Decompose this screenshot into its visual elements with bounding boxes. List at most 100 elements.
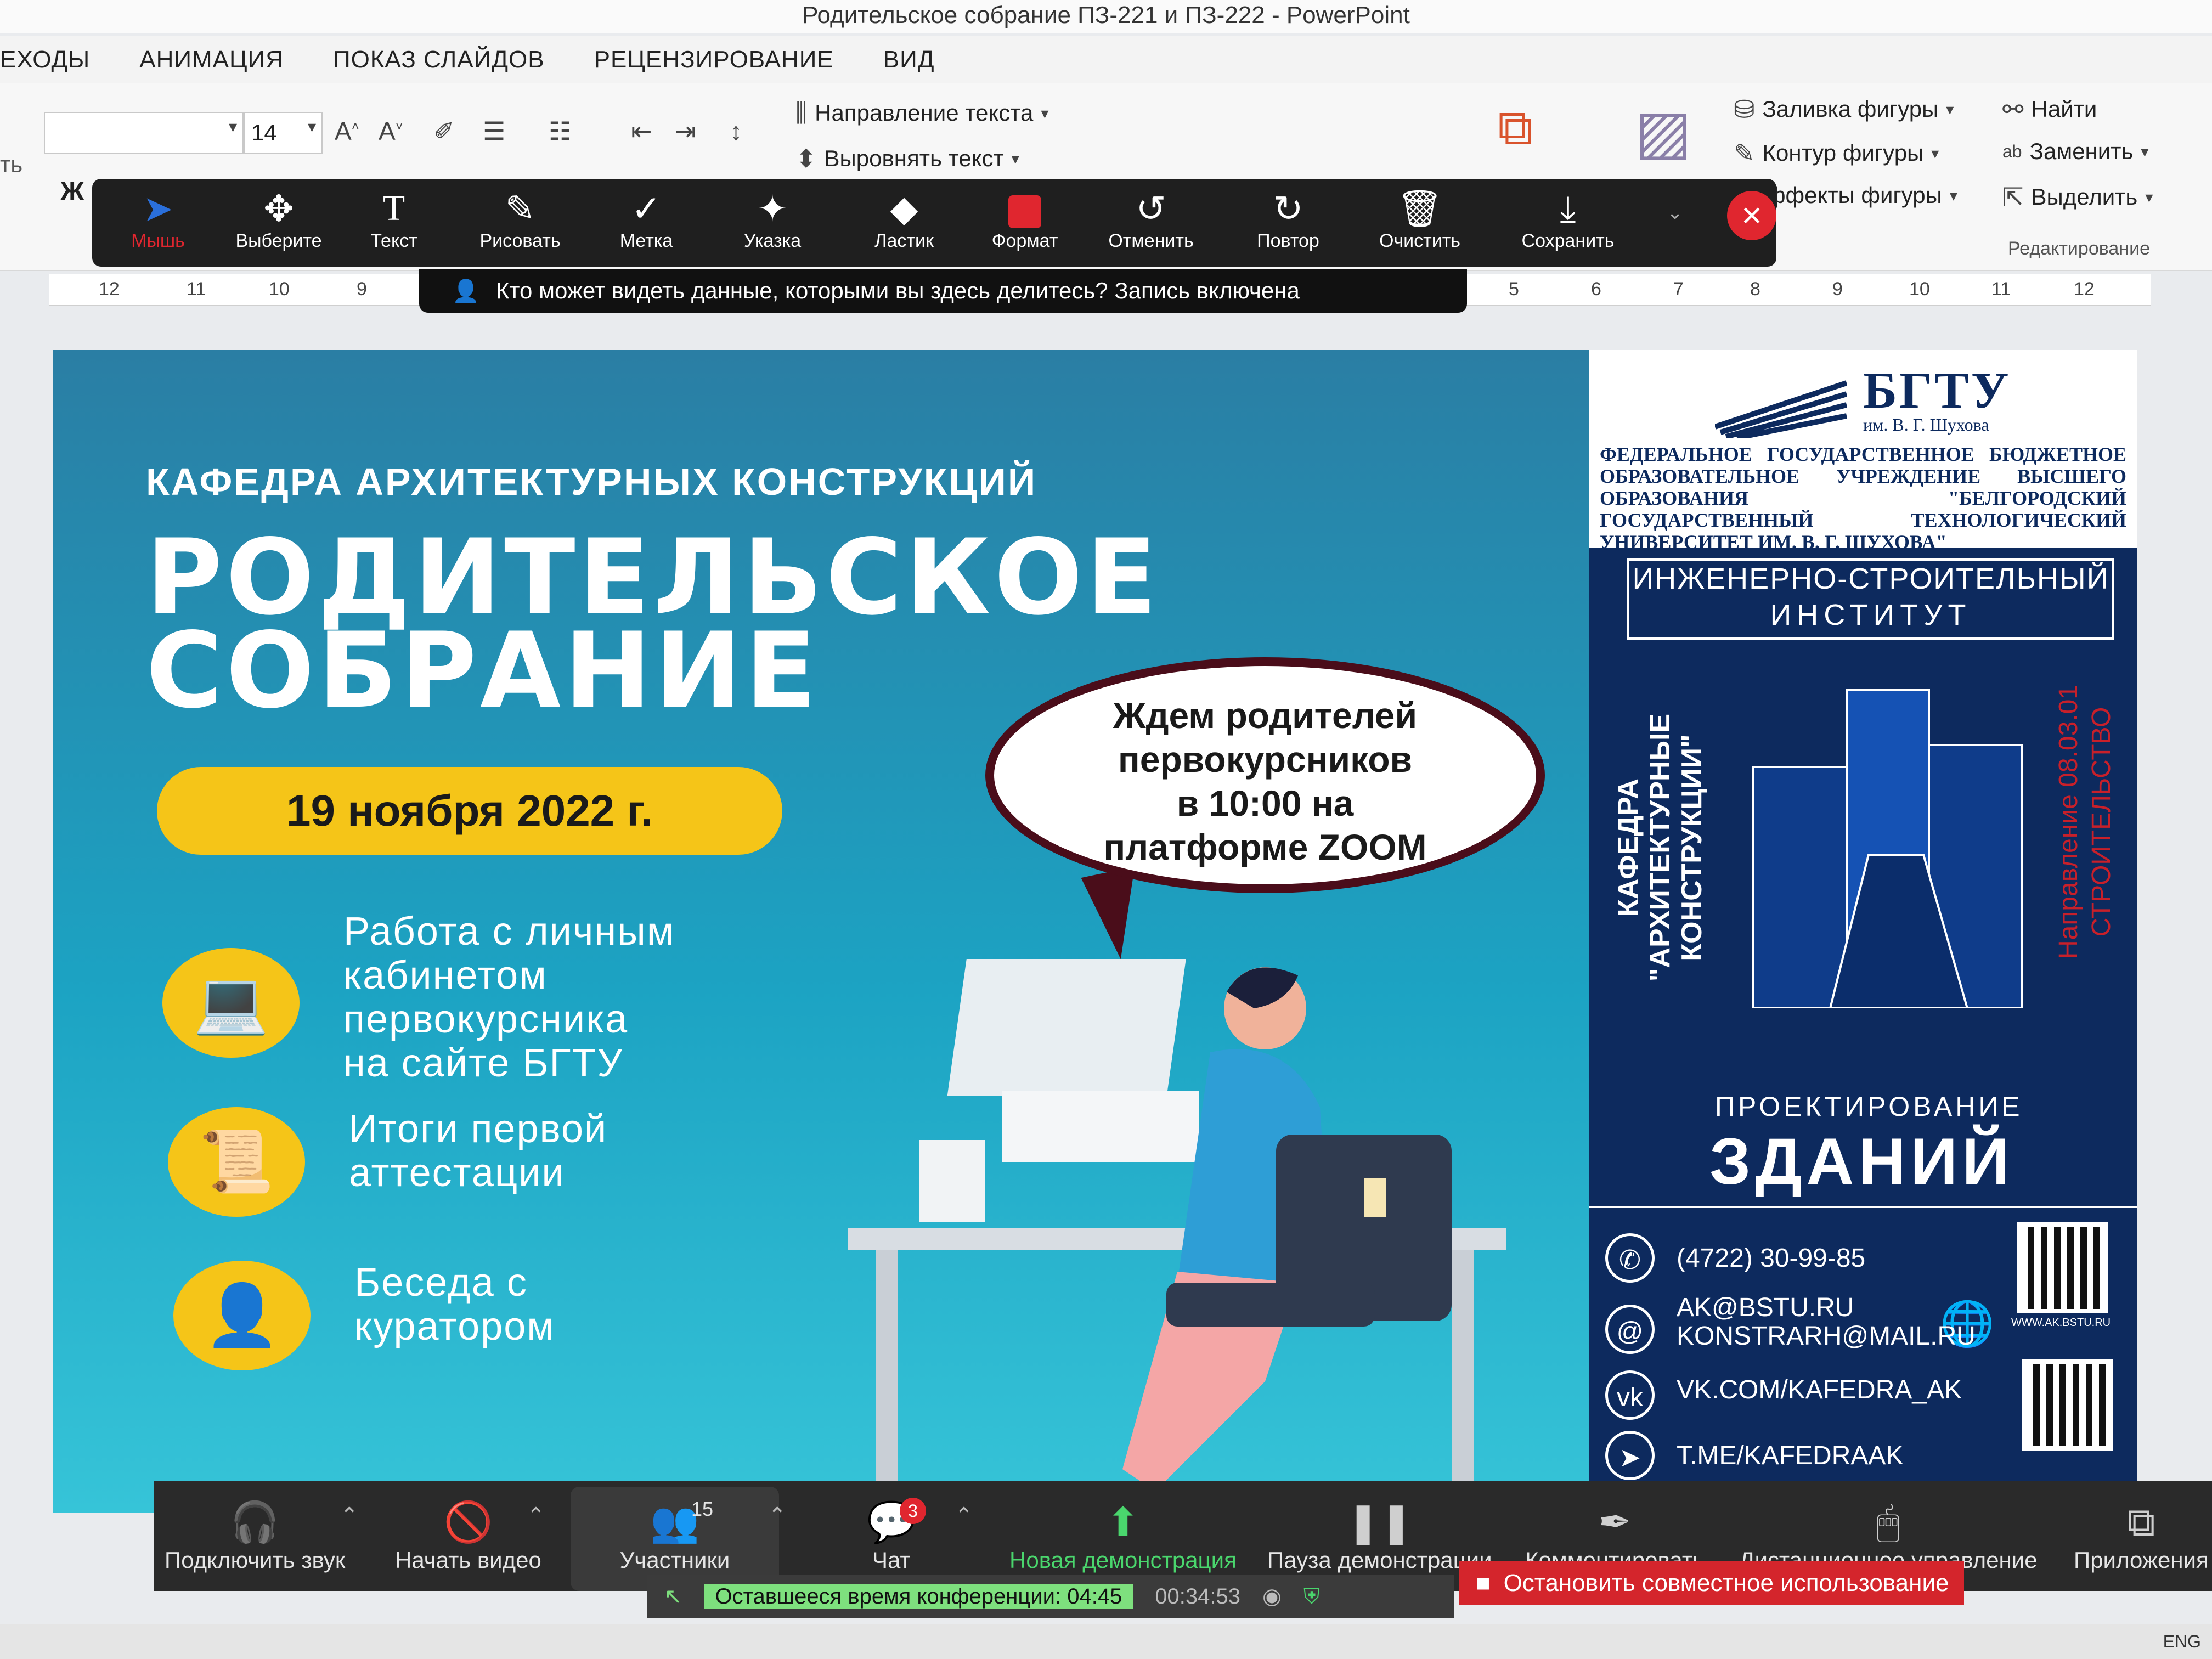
chat-button[interactable]: 💬 Чат 3 <box>867 1498 926 1573</box>
pen-icon: ✎ <box>505 188 535 229</box>
ruler-tick: 11 <box>187 279 206 300</box>
agenda-item-line: аттестации <box>349 1151 565 1195</box>
tab-view[interactable]: ВИД <box>883 46 935 74</box>
agenda-item-line: первокурсника <box>343 997 629 1041</box>
grow-font-icon: A˄ <box>335 117 359 145</box>
building-shape <box>1752 766 1848 1008</box>
tool-label: Формат <box>991 230 1058 251</box>
project-line1: ПРОЕКТИРОВАНИЕ <box>1715 1091 2023 1122</box>
elapsed-time: 00:34:53 <box>1155 1584 1241 1609</box>
align-text-icon: ⬍ <box>795 144 817 173</box>
shrink-font-button[interactable]: A˅ <box>379 116 403 146</box>
find-button[interactable]: ⚯ Найти <box>2002 94 2097 124</box>
quick-styles-button[interactable]: ▨ <box>1635 97 1692 167</box>
text-icon: T <box>382 188 405 228</box>
agenda-item-2: Итоги первой аттестации <box>349 1107 607 1195</box>
contact-email: AK@BSTU.RU KONSTRARH@MAIL.RU <box>1677 1294 1976 1351</box>
shape-effects-button[interactable]: ффекты фигуры ▾ <box>1767 182 1957 208</box>
university-description: ФЕДЕРАЛЬНОЕ ГОСУДАРСТВЕННОЕ БЮДЖЕТНОЕ ОБ… <box>1600 443 2126 553</box>
replace-button[interactable]: ab Заменить ▾ <box>2002 138 2148 165</box>
slide-side-panel: БГТУ им. В. Г. Шухова ФЕДЕРАЛЬНОЕ ГОСУДА… <box>1589 350 2137 1513</box>
trash-icon: 🗑 <box>1397 188 1443 229</box>
site-url: WWW.AK.BSTU.RU <box>2011 1317 2111 1329</box>
tool-spotlight[interactable]: ✦ Указка <box>723 187 822 252</box>
numbering-button[interactable]: ☷ <box>549 116 571 146</box>
shape-fill-button[interactable]: ⛁ Заливка фигуры ▾ <box>1734 94 1954 124</box>
chevron-down-icon: ▾ <box>1011 150 1019 167</box>
chevron-up-icon[interactable]: ⌃ <box>768 1503 787 1528</box>
select-button[interactable]: ⇱ Выделить ▾ <box>2002 182 2153 212</box>
color-swatch-icon <box>975 187 1074 230</box>
tool-label: Сохранить <box>1521 230 1615 251</box>
chevron-down-icon[interactable]: ⌄ <box>1667 201 1683 224</box>
project-line2: ЗДАНИЙ <box>1709 1125 2014 1198</box>
font-size-combo[interactable]: 14 ▾ <box>244 112 323 154</box>
text-direction-icon: ⫼ <box>795 98 808 127</box>
tool-label: Метка <box>619 230 673 251</box>
bullet-list-icon: ☰ <box>483 117 506 145</box>
vertical-line: КОНСТРУКЦИИ" <box>1676 734 1708 961</box>
line-spacing-button[interactable]: ↕ <box>730 116 742 146</box>
agenda-item-line: кабинетом <box>343 953 548 997</box>
record-icon: ◉ <box>1262 1584 1282 1609</box>
join-audio-button[interactable]: 🎧 Подключить звук <box>165 1498 345 1573</box>
grow-font-button[interactable]: A˄ <box>335 116 359 146</box>
redo-icon: ↻ <box>1273 188 1304 229</box>
tool-undo[interactable]: ↺ Отменить <box>1102 187 1200 252</box>
tool-save[interactable]: ⤓ Сохранить <box>1519 187 1617 252</box>
arrange-button[interactable]: ⧉ <box>1498 100 1533 157</box>
zoom-button-label: Участники <box>619 1547 730 1573</box>
tool-eraser[interactable]: ◆ Ластик <box>855 187 953 252</box>
chevron-down-icon: ▾ <box>307 118 316 136</box>
tool-label: Рисовать <box>479 230 561 251</box>
share-screen-icon: ⬆ <box>1106 1500 1140 1544</box>
align-text-button[interactable]: ⬍ Выровнять текст ▾ <box>795 144 1019 173</box>
apps-button[interactable]: ⧉ Приложения <box>2074 1498 2209 1573</box>
close-icon[interactable]: × <box>1727 191 1776 240</box>
shape-outline-button[interactable]: ✎ Контур фигуры ▾ <box>1734 138 1939 168</box>
slide-canvas[interactable]: КАФЕДРА АРХИТЕКТУРНЫХ КОНСТРУКЦИЙ РОДИТЕ… <box>53 350 2137 1513</box>
ruler-tick: 11 <box>1991 279 2011 300</box>
text-direction-button[interactable]: ⫼ Направление текста ▾ <box>795 98 1048 128</box>
chevron-down-icon: ▾ <box>1949 187 1957 204</box>
tool-redo[interactable]: ↻ Повтор <box>1239 187 1338 252</box>
tool-mouse[interactable]: ➤ Мышь <box>109 187 207 252</box>
font-name-combo[interactable]: ▾ <box>44 112 244 154</box>
chevron-down-icon: ▾ <box>228 118 237 136</box>
chevron-up-icon[interactable]: ⌃ <box>340 1503 359 1528</box>
clear-format-button[interactable]: ✐ <box>433 116 455 146</box>
shield-icon: ⛨ <box>1303 1584 1320 1609</box>
contact-phone: (4722) 30-99-85 <box>1677 1244 1866 1273</box>
ruler-tick: 5 <box>1509 279 1519 300</box>
ruler-tick: 10 <box>1909 279 1930 300</box>
tool-clear[interactable]: 🗑 Очистить <box>1370 187 1469 252</box>
mouse-icon: 🖱 <box>1876 1500 1900 1544</box>
language-indicator[interactable]: ENG <box>2163 1632 2201 1652</box>
tool-select[interactable]: ✥ Выберите <box>229 187 328 252</box>
tool-draw[interactable]: ✎ Рисовать <box>471 187 569 252</box>
start-video-button[interactable]: 🚫 Начать видео <box>395 1498 541 1573</box>
chevron-up-icon[interactable]: ⌃ <box>955 1503 973 1528</box>
decrease-indent-button[interactable]: ⇤ <box>631 116 652 146</box>
bullets-button[interactable]: ☰ <box>483 116 505 146</box>
increase-indent-button[interactable]: ⇥ <box>675 116 696 146</box>
tool-format[interactable]: Формат <box>975 187 1074 252</box>
pause-share-button[interactable]: ❚❚ Пауза демонстрации <box>1267 1498 1492 1573</box>
tab-transitions[interactable]: ЕХОДЫ <box>0 46 90 74</box>
apps-icon: ⧉ <box>2127 1500 2155 1544</box>
laptop-icon: 💻 <box>162 948 300 1058</box>
agenda-item-line: Итоги первой <box>349 1107 608 1151</box>
tool-stamp[interactable]: ✓ Метка <box>597 187 696 252</box>
zoom-annotation-toolbar: ➤ Мышь ✥ Выберите T Текст ✎ Рисовать ✓ Метка … <box>92 179 1776 267</box>
stop-share-button[interactable]: ■ Остановить совместное использование <box>1459 1561 1964 1605</box>
tool-label: Текст <box>370 230 417 251</box>
chevron-up-icon[interactable]: ⌃ <box>527 1503 545 1528</box>
tool-label: Выберите <box>235 230 322 251</box>
bold-button[interactable]: Ж <box>60 177 84 207</box>
tab-animation[interactable]: АНИМАЦИЯ <box>139 46 284 74</box>
tab-slideshow[interactable]: ПОКАЗ СЛАЙДОВ <box>333 46 545 74</box>
tool-label: Указка <box>743 230 802 251</box>
new-share-button[interactable]: ⬆ Новая демонстрация <box>1009 1498 1237 1573</box>
tool-text[interactable]: T Текст <box>345 187 443 252</box>
tab-review[interactable]: РЕЦЕНЗИРОВАНИЕ <box>594 46 834 74</box>
